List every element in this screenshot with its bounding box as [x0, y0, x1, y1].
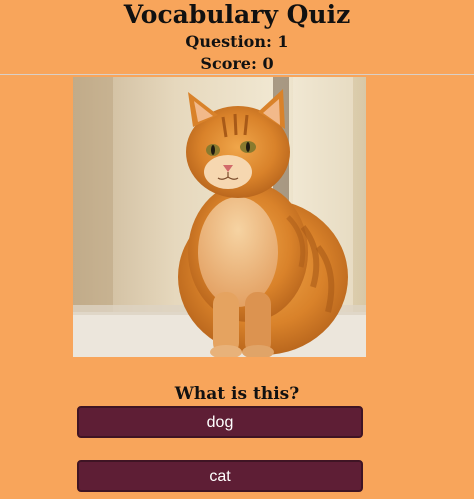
quiz-header: Vocabulary Quiz Question: 1 Score: 0 [0, 0, 474, 75]
answer-button-dog[interactable]: dog [77, 406, 363, 438]
score-counter: Score: 0 [200, 54, 274, 73]
answer-button-cat[interactable]: cat [77, 460, 363, 492]
quiz-image [73, 77, 366, 357]
question-prompt: What is this? [174, 384, 300, 404]
page-title: Vocabulary Quiz [123, 0, 351, 29]
question-counter: Question: 1 [185, 32, 289, 51]
